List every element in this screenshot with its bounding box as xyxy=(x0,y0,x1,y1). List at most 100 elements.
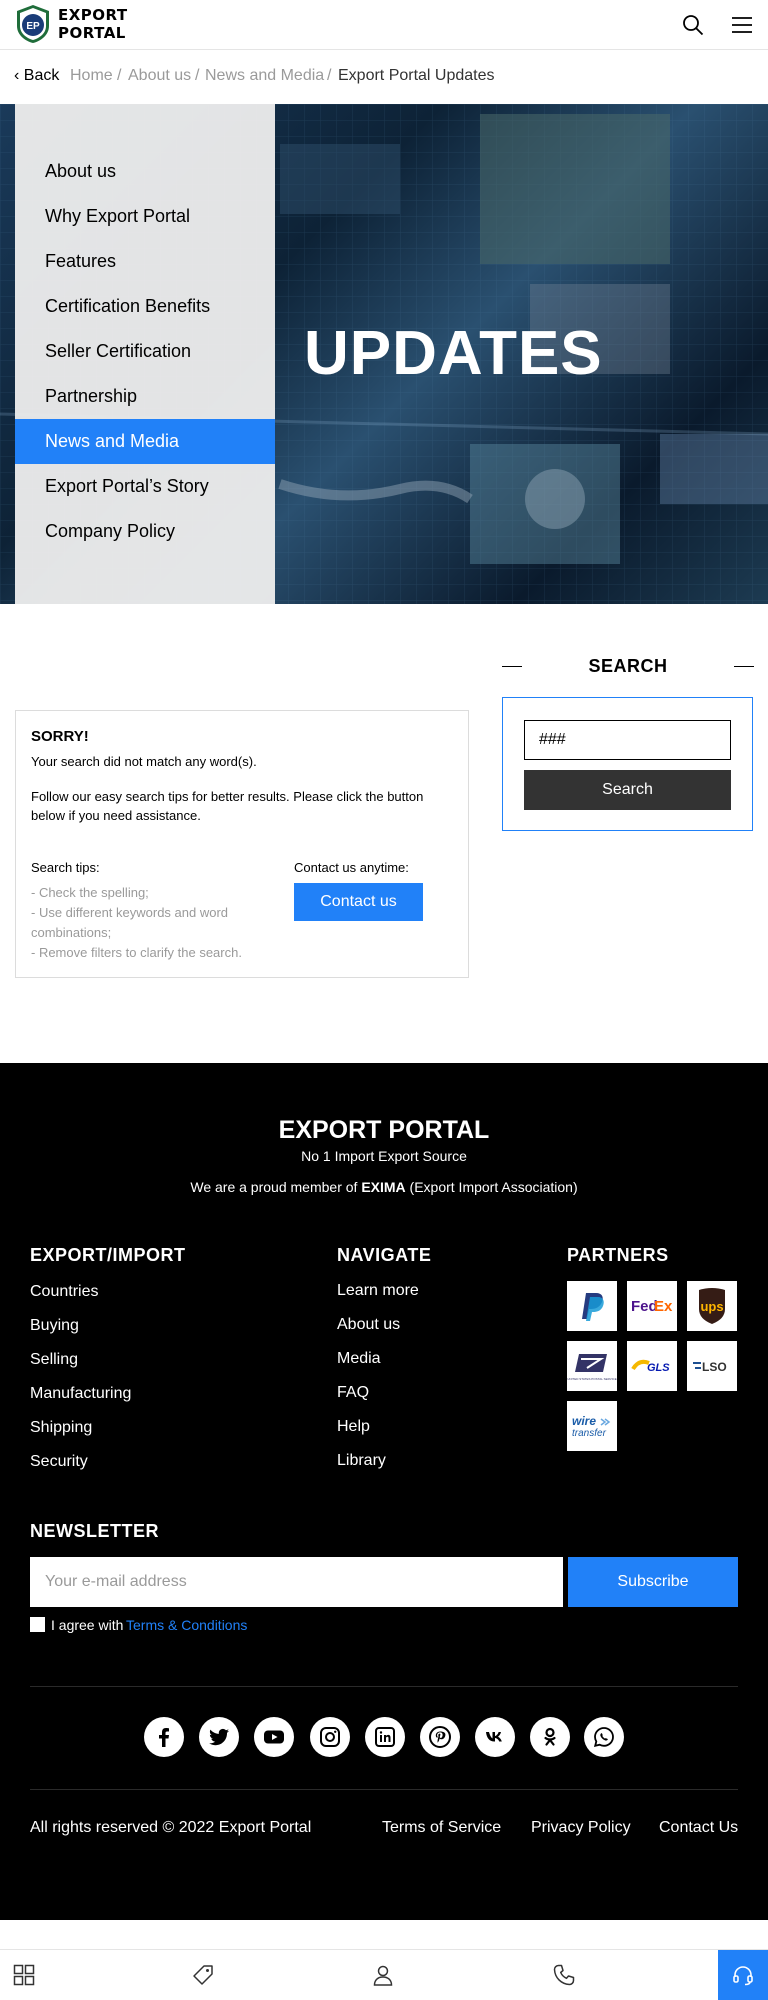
footer-link-media[interactable]: Media xyxy=(337,1348,419,1382)
membership-prefix: We are a proud member of xyxy=(190,1179,362,1195)
wire-text: wire xyxy=(572,1414,596,1428)
twitter-icon[interactable] xyxy=(199,1717,239,1757)
footer-link-shipping[interactable]: Shipping xyxy=(30,1417,131,1451)
wire-transfer-logo: wire transfer xyxy=(567,1401,617,1451)
side-menu-seller-certification[interactable]: Seller Certification xyxy=(15,329,275,374)
support-headset-icon xyxy=(733,1966,753,1986)
footer-contact-us-link[interactable]: Contact Us xyxy=(659,1819,738,1837)
side-menu-about-us[interactable]: About us xyxy=(15,149,275,194)
search-icon[interactable] xyxy=(682,14,704,36)
newsletter-title: NEWSLETTER xyxy=(30,1521,159,1541)
export-portal-logo[interactable]: EP xyxy=(15,4,51,44)
logo-line-1: EXPORT xyxy=(58,6,128,24)
divider xyxy=(734,666,754,667)
whatsapp-icon[interactable] xyxy=(584,1717,624,1757)
phone-icon[interactable] xyxy=(552,1963,576,1987)
tag-icon[interactable] xyxy=(191,1963,215,1987)
no-results-panel: SORRY! Your search did not match any wor… xyxy=(15,710,469,978)
no-results-title: SORRY! xyxy=(31,728,89,745)
pinterest-icon[interactable] xyxy=(420,1717,460,1757)
odnoklassniki-icon[interactable] xyxy=(530,1717,570,1757)
side-menu-partnership[interactable]: Partnership xyxy=(15,374,275,419)
newsletter-email-input[interactable] xyxy=(30,1557,563,1607)
footer-link-security[interactable]: Security xyxy=(30,1451,131,1485)
lso-text: LSO xyxy=(702,1360,727,1374)
footer-col-navigate: Learn more About us Media FAQ Help Libra… xyxy=(337,1280,419,1484)
gls-text: GLS xyxy=(647,1362,670,1374)
fedex-logo: Fed Ex xyxy=(627,1281,677,1331)
search-input[interactable] xyxy=(524,720,731,760)
linkedin-icon[interactable] xyxy=(365,1717,405,1757)
contact-us-button[interactable]: Contact us xyxy=(294,883,423,921)
footer-tagline: No 1 Import Export Source xyxy=(301,1148,467,1164)
site-footer: EXPORT PORTAL No 1 Import Export Source … xyxy=(0,1063,768,1920)
lso-logo: LSO xyxy=(687,1341,737,1391)
side-menu-news-and-media[interactable]: News and Media xyxy=(15,419,275,464)
hero-banner: UPDATES About us Why Export Portal Featu… xyxy=(0,104,768,604)
side-menu-certification-benefits[interactable]: Certification Benefits xyxy=(15,284,275,329)
breadcrumb-separator: / xyxy=(117,67,122,84)
terms-checkbox[interactable] xyxy=(30,1617,45,1632)
instagram-icon[interactable] xyxy=(310,1717,350,1757)
back-label: Back xyxy=(23,67,60,84)
search-widget-header: SEARCH xyxy=(502,652,754,682)
search-widget-title: SEARCH xyxy=(588,656,668,676)
usps-logo: UNITED STATES POSTAL SERVICE xyxy=(567,1341,617,1391)
footer-link-about-us[interactable]: About us xyxy=(337,1314,419,1348)
footer-link-help[interactable]: Help xyxy=(337,1416,419,1450)
footer-col-navigate-title: NAVIGATE xyxy=(337,1245,432,1265)
about-side-menu: About us Why Export Portal Features Cert… xyxy=(15,104,275,604)
footer-terms-of-service-link[interactable]: Terms of Service xyxy=(382,1819,501,1837)
support-button[interactable] xyxy=(718,1950,768,2000)
footer-link-selling[interactable]: Selling xyxy=(30,1349,131,1383)
social-links xyxy=(0,1717,768,1759)
ups-text: ups xyxy=(700,1299,723,1314)
footer-divider xyxy=(30,1789,738,1790)
back-link[interactable]: ‹ Back xyxy=(14,67,59,85)
paypal-logo xyxy=(567,1281,617,1331)
transfer-text: transfer xyxy=(572,1428,607,1439)
footer-link-learn-more[interactable]: Learn more xyxy=(337,1280,419,1314)
logo-wordmark[interactable]: EXPORT PORTAL xyxy=(58,6,128,42)
user-icon[interactable] xyxy=(371,1963,395,1987)
footer-link-countries[interactable]: Countries xyxy=(30,1281,131,1315)
breadcrumb-about-us[interactable]: About us xyxy=(128,67,191,85)
side-menu-why-export-portal[interactable]: Why Export Portal xyxy=(15,194,275,239)
search-tips-title: Search tips: xyxy=(31,860,100,875)
youtube-icon[interactable] xyxy=(254,1717,294,1757)
terms-conditions-link[interactable]: Terms & Conditions xyxy=(126,1617,247,1633)
footer-link-manufacturing[interactable]: Manufacturing xyxy=(30,1383,131,1417)
search-tip: - Remove filters to clarify the search. xyxy=(31,945,242,960)
search-tip: - Check the spelling; xyxy=(31,885,149,900)
logo-line-2: PORTAL xyxy=(58,24,126,42)
side-menu-export-portal-story[interactable]: Export Portal’s Story xyxy=(15,464,275,509)
footer-link-buying[interactable]: Buying xyxy=(30,1315,131,1349)
footer-link-library[interactable]: Library xyxy=(337,1450,419,1484)
subscribe-button[interactable]: Subscribe xyxy=(568,1557,738,1607)
footer-privacy-policy-link[interactable]: Privacy Policy xyxy=(531,1819,631,1837)
facebook-icon[interactable] xyxy=(144,1717,184,1757)
breadcrumb-home[interactable]: Home xyxy=(70,67,113,85)
mobile-bottom-bar xyxy=(0,1949,768,2000)
no-results-help-text: Follow our easy search tips for better r… xyxy=(31,789,424,823)
footer-divider xyxy=(30,1686,738,1687)
categories-icon[interactable] xyxy=(12,1963,36,1987)
search-tips-list: - Check the spelling; - Use different ke… xyxy=(31,883,276,963)
footer-link-faq[interactable]: FAQ xyxy=(337,1382,419,1416)
gls-logo: GLS xyxy=(627,1341,677,1391)
footer-col-export-import-title: EXPORT/IMPORT xyxy=(30,1245,186,1265)
footer-col-partners-title: PARTNERS xyxy=(567,1245,669,1265)
search-widget: Search xyxy=(502,697,753,831)
breadcrumb: ‹ Back Home / About us / News and Media … xyxy=(0,50,768,104)
side-menu-features[interactable]: Features xyxy=(15,239,275,284)
search-button[interactable]: Search xyxy=(524,770,731,810)
search-tip: - Use different keywords and word combin… xyxy=(31,905,229,940)
contact-label: Contact us anytime: xyxy=(294,860,409,875)
menu-icon[interactable] xyxy=(731,15,753,35)
footer-col-export-import: Countries Buying Selling Manufacturing S… xyxy=(30,1281,131,1485)
breadcrumb-separator: / xyxy=(195,67,200,84)
vk-icon[interactable] xyxy=(475,1717,515,1757)
footer-brand[interactable]: EXPORT PORTAL xyxy=(0,1116,768,1145)
side-menu-company-policy[interactable]: Company Policy xyxy=(15,509,275,554)
breadcrumb-news-and-media[interactable]: News and Media xyxy=(205,67,324,85)
